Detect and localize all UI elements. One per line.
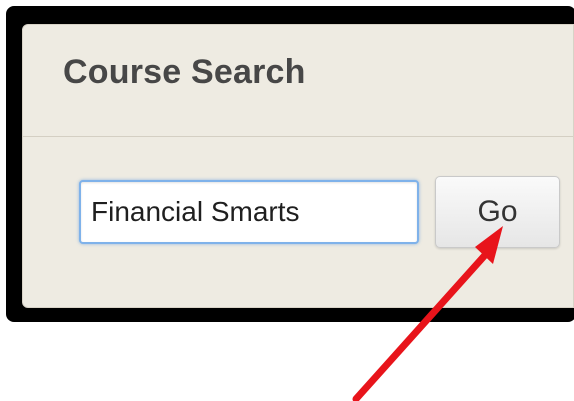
screenshot-stage: Course Search Go	[0, 0, 574, 401]
course-search-input[interactable]	[79, 180, 419, 244]
panel-header: Course Search	[23, 25, 573, 137]
course-search-title: Course Search	[63, 53, 306, 91]
course-search-panel: Course Search Go	[22, 24, 574, 308]
go-button[interactable]: Go	[435, 176, 560, 248]
